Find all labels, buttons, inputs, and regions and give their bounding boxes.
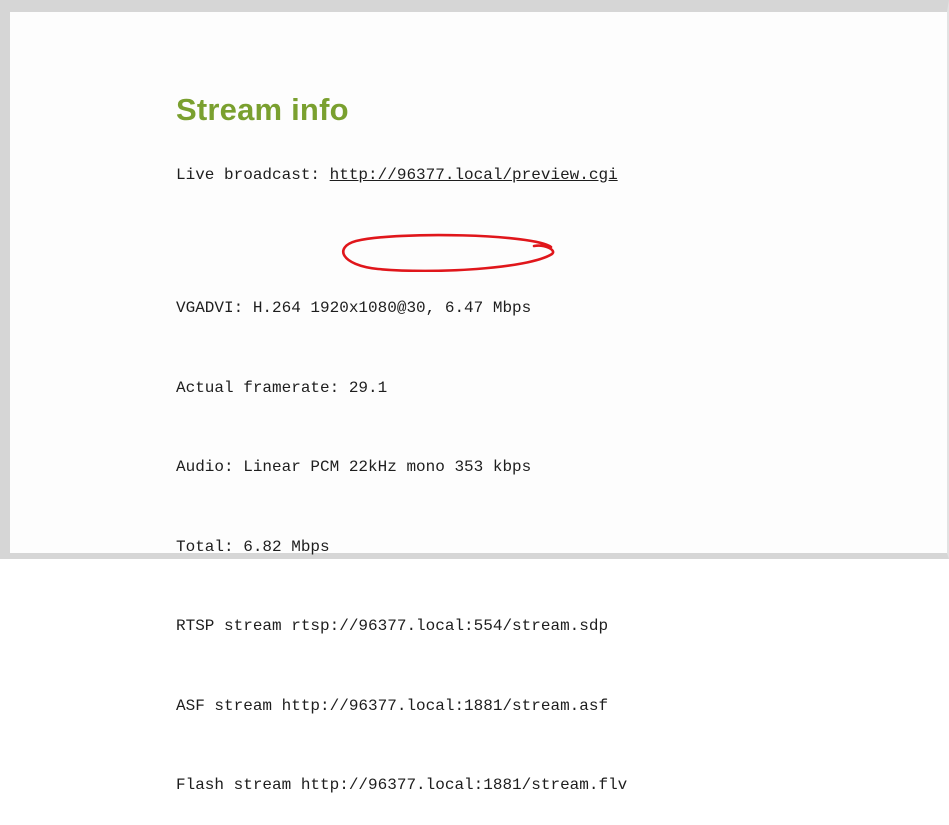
- rtsp-stream: RTSP stream rtsp://96377.local:554/strea…: [176, 613, 627, 640]
- page-title: Stream info: [176, 92, 349, 128]
- total-bitrate: Total: 6.82 Mbps: [176, 534, 627, 561]
- asf-stream: ASF stream http://96377.local:1881/strea…: [176, 693, 627, 720]
- vgadvi-info: VGADVI: H.264 1920x1080@30, 6.47 Mbps: [176, 295, 627, 322]
- live-broadcast-row: Live broadcast: http://96377.local/previ…: [176, 166, 618, 184]
- stream-details: VGADVI: H.264 1920x1080@30, 6.47 Mbps Ac…: [176, 242, 627, 825]
- live-broadcast-link[interactable]: http://96377.local/preview.cgi: [330, 166, 618, 184]
- actual-framerate: Actual framerate: 29.1: [176, 375, 627, 402]
- flash-stream: Flash stream http://96377.local:1881/str…: [176, 772, 627, 799]
- live-broadcast-label: Live broadcast:: [176, 166, 330, 184]
- audio-info: Audio: Linear PCM 22kHz mono 353 kbps: [176, 454, 627, 481]
